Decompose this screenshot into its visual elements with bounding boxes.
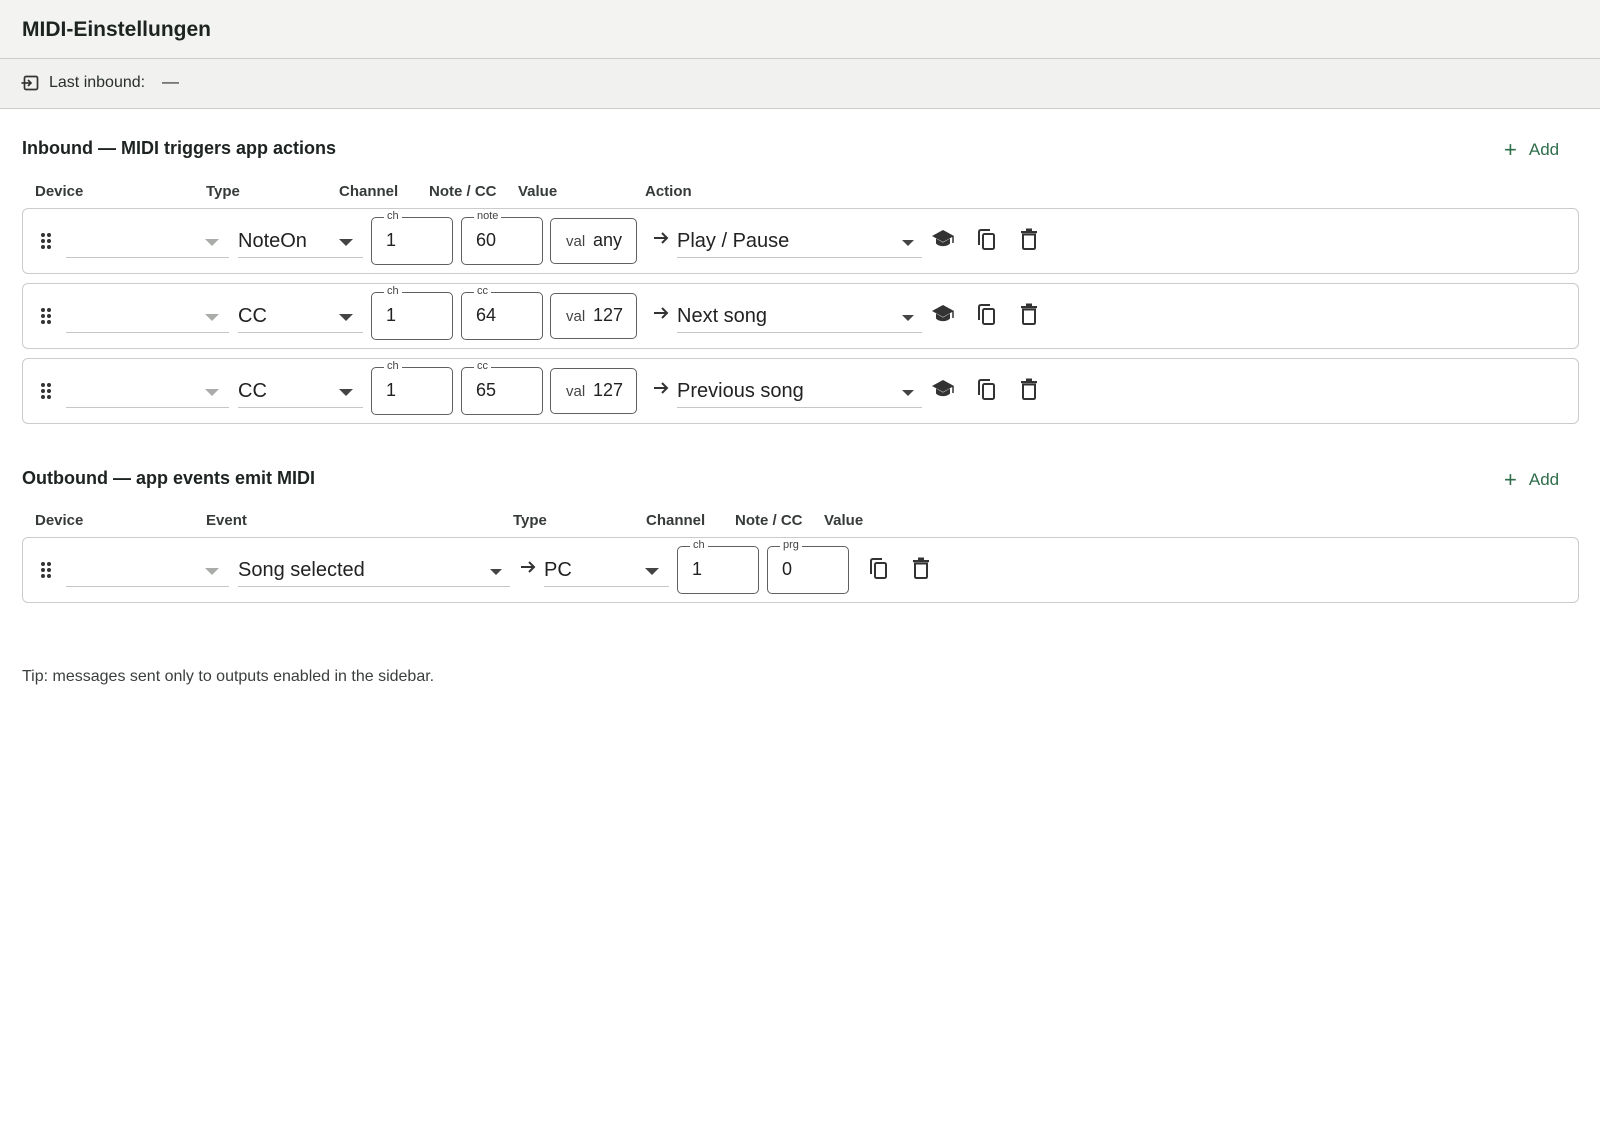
page-title: MIDI-Einstellungen <box>22 18 211 41</box>
col-channel: Channel <box>646 512 706 529</box>
value-field[interactable]: val 127 <box>550 368 637 414</box>
chevron-down-icon <box>902 240 914 246</box>
action-select[interactable]: Next song <box>677 293 922 333</box>
learn-icon[interactable] <box>931 228 955 255</box>
note-field[interactable]: note 60 <box>461 209 543 265</box>
chevron-down-icon <box>339 239 353 246</box>
event-select[interactable]: Song selected <box>238 547 510 587</box>
chevron-down-icon <box>902 315 914 321</box>
arrow-right-icon <box>652 304 670 327</box>
status-bar: Last inbound: — <box>0 59 1600 109</box>
delete-icon[interactable] <box>1020 378 1038 405</box>
cc-field[interactable]: cc 65 <box>461 359 543 415</box>
chevron-down-icon <box>205 568 219 575</box>
arrow-right-icon <box>652 379 670 402</box>
col-type: Type <box>206 183 240 200</box>
drag-handle-icon[interactable] <box>40 382 52 405</box>
channel-field[interactable]: ch 1 <box>371 284 453 340</box>
copy-icon[interactable] <box>867 557 889 586</box>
inbound-section-title: Inbound — MIDI triggers app actions <box>22 138 337 158</box>
arrow-right-icon <box>519 558 537 581</box>
arrow-right-icon <box>652 229 670 252</box>
device-select[interactable] <box>66 293 229 333</box>
value-field[interactable]: val 127 <box>550 293 637 339</box>
type-select[interactable]: PC <box>544 547 669 587</box>
type-select[interactable]: CC <box>238 368 363 408</box>
outbound-add-button[interactable]: + Add <box>1504 467 1559 493</box>
delete-icon[interactable] <box>912 557 930 584</box>
col-value: Value <box>824 512 864 529</box>
inbound-mapping-row: NoteOn ch 1 note 60 val any Play / Pause <box>22 208 1579 274</box>
inbound-mapping-row: CC ch 1 cc 64 val 127 Next song <box>22 283 1579 349</box>
channel-field[interactable]: ch 1 <box>371 209 453 265</box>
copy-icon[interactable] <box>975 303 997 332</box>
channel-field[interactable]: ch 1 <box>677 538 759 594</box>
program-field[interactable]: prg 0 <box>767 538 849 594</box>
inbound-arrow-icon <box>21 75 39 96</box>
channel-field[interactable]: ch 1 <box>371 359 453 415</box>
type-select[interactable]: CC <box>238 293 363 333</box>
chevron-down-icon <box>205 389 219 396</box>
col-type: Type <box>513 512 547 529</box>
cc-field[interactable]: cc 64 <box>461 284 543 340</box>
drag-handle-icon[interactable] <box>40 561 52 584</box>
chevron-down-icon <box>339 389 353 396</box>
drag-handle-icon[interactable] <box>40 232 52 255</box>
last-inbound-value: — <box>162 72 179 91</box>
device-select[interactable] <box>66 368 229 408</box>
device-select[interactable] <box>66 547 229 587</box>
learn-icon[interactable] <box>931 378 955 405</box>
inbound-mapping-row: CC ch 1 cc 65 val 127 Previous song <box>22 358 1579 424</box>
tip-text: Tip: messages sent only to outputs enabl… <box>22 668 435 685</box>
chevron-down-icon <box>339 314 353 321</box>
type-select[interactable]: NoteOn <box>238 218 363 258</box>
outbound-add-label: Add <box>1528 470 1560 489</box>
inbound-add-label: Add <box>1528 140 1560 159</box>
copy-icon[interactable] <box>975 228 997 257</box>
outbound-mapping-row: Song selected PC ch 1 prg 0 <box>22 537 1579 603</box>
col-event: Event <box>206 512 247 529</box>
col-action: Action <box>645 183 692 200</box>
plus-icon: + <box>1504 467 1517 492</box>
chevron-down-icon <box>645 568 659 575</box>
col-device: Device <box>35 183 84 200</box>
col-device: Device <box>35 512 84 529</box>
title-bar: MIDI-Einstellungen <box>0 0 1600 59</box>
last-inbound-label: Last inbound: <box>49 74 146 91</box>
copy-icon[interactable] <box>975 378 997 407</box>
value-field[interactable]: val any <box>550 218 637 264</box>
chevron-down-icon <box>902 390 914 396</box>
col-note-cc: Note / CC <box>429 183 497 200</box>
delete-icon[interactable] <box>1020 228 1038 255</box>
col-note-cc: Note / CC <box>735 512 803 529</box>
plus-icon: + <box>1504 137 1517 162</box>
col-channel: Channel <box>339 183 399 200</box>
chevron-down-icon <box>205 314 219 321</box>
delete-icon[interactable] <box>1020 303 1038 330</box>
action-select[interactable]: Play / Pause <box>677 218 922 258</box>
chevron-down-icon <box>490 569 502 575</box>
action-select[interactable]: Previous song <box>677 368 922 408</box>
device-select[interactable] <box>66 218 229 258</box>
chevron-down-icon <box>205 239 219 246</box>
outbound-section-title: Outbound — app events emit MIDI <box>22 468 316 488</box>
drag-handle-icon[interactable] <box>40 307 52 330</box>
learn-icon[interactable] <box>931 303 955 330</box>
inbound-add-button[interactable]: + Add <box>1504 137 1559 163</box>
col-value: Value <box>518 183 558 200</box>
